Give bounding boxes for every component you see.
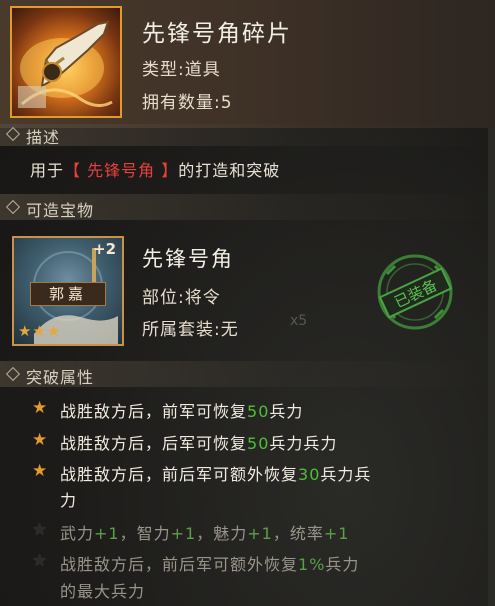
- treasure-part: 部位:将令: [142, 288, 221, 308]
- star-icon: ★: [32, 430, 49, 450]
- star-icon: ★: [32, 520, 49, 540]
- panel-edge: [488, 128, 495, 606]
- treasure-name: 先锋号角: [142, 247, 234, 271]
- star-icon: ★: [32, 461, 49, 481]
- diamond-icon: [5, 126, 21, 142]
- item-description: 用于【 先锋号角 】的打造和突破: [30, 157, 280, 181]
- item-icon-frame: [10, 6, 122, 118]
- breakthrough-section-header: 突破属性: [0, 361, 495, 387]
- item-count: 拥有数量:5: [142, 93, 233, 113]
- treasure-level: +2: [93, 240, 117, 258]
- faded-count: x5: [290, 313, 308, 329]
- star-icon: ★: [32, 398, 49, 418]
- craftable-section-header: 可造宝物: [0, 194, 495, 220]
- item-header: 先锋号角碎片 类型:道具 拥有数量:5: [0, 0, 495, 128]
- description-suffix: 的打造和突破: [178, 161, 281, 180]
- description-highlight: 【 先锋号角 】: [64, 161, 179, 180]
- general-name-tag: 郭嘉: [30, 282, 106, 306]
- diamond-icon: [5, 366, 21, 382]
- treasure-stars: ★★★: [18, 322, 62, 340]
- horn-fragment-icon: [18, 20, 113, 108]
- item-type: 类型:道具: [142, 60, 221, 80]
- section-label: 描述: [26, 128, 61, 147]
- item-name: 先锋号角碎片: [142, 21, 292, 47]
- section-label: 可造宝物: [26, 201, 95, 220]
- star-icon: ★: [32, 551, 49, 571]
- description-section-header: 描述: [0, 124, 495, 147]
- item-detail-panel: 先锋号角碎片 类型:道具 拥有数量:5 描述 用于【 先锋号角 】的打造和突破 …: [0, 0, 495, 606]
- section-label: 突破属性: [26, 368, 95, 387]
- diamond-icon: [5, 199, 21, 215]
- equipped-stamp-icon: 已装备: [377, 254, 453, 330]
- description-prefix: 用于: [30, 161, 65, 180]
- treasure-set: 所属套装:无: [142, 320, 239, 340]
